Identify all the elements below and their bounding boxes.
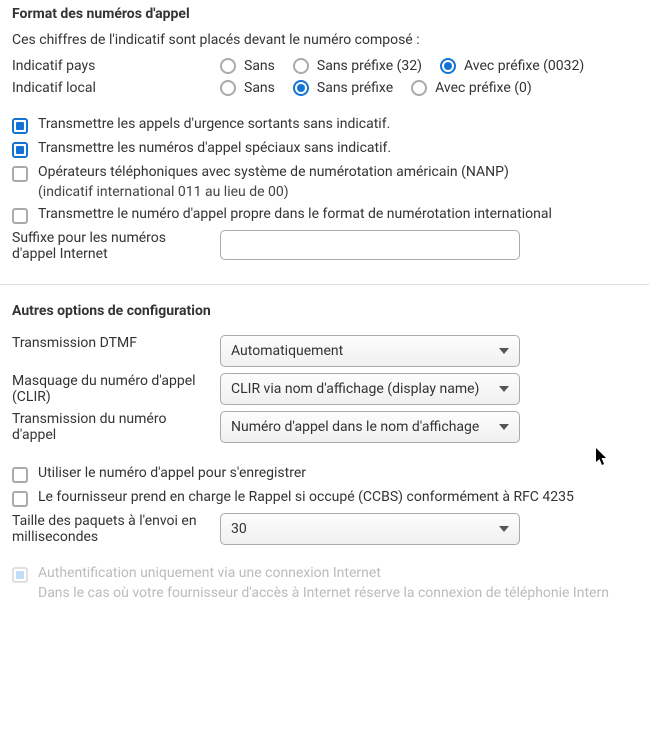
emergency-label: Transmettre les appels d'urgence sortant… bbox=[38, 116, 637, 132]
radio-icon bbox=[293, 80, 309, 96]
nanp-checkbox[interactable] bbox=[12, 166, 28, 182]
radio-icon bbox=[293, 58, 309, 74]
ccbs-label: Le fournisseur prend en charge le Rappel… bbox=[38, 489, 637, 505]
chevron-down-icon bbox=[499, 424, 509, 430]
nanp-sub-label: (indicatif international 011 au lieu de … bbox=[38, 184, 637, 200]
local-prefix-sans-prefixe[interactable]: Sans préfixe bbox=[293, 80, 393, 96]
section-heading-other: Autres options de configuration bbox=[12, 303, 637, 319]
intl-format-label: Transmettre le numéro d'appel propre dan… bbox=[38, 206, 637, 222]
chevron-down-icon bbox=[499, 348, 509, 354]
packet-size-label: Taille des paquets à l'envoi en millisec… bbox=[12, 513, 220, 545]
radio-label: Sans bbox=[244, 58, 275, 74]
packet-size-select[interactable]: 30 bbox=[220, 513, 520, 545]
radio-label: Avec préfixe (0) bbox=[435, 80, 532, 96]
select-value: Automatiquement bbox=[231, 343, 491, 359]
chevron-down-icon bbox=[499, 526, 509, 532]
section-heading-format: Format des numéros d'appel bbox=[12, 6, 637, 22]
local-prefix-group: Sans Sans préfixe Avec préfixe (0) bbox=[220, 80, 637, 96]
auth-internet-checkbox[interactable] bbox=[12, 567, 28, 583]
lead-text: Ces chiffres de l'indicatif sont placés … bbox=[12, 32, 637, 48]
clir-label: Masquage du numéro d'appel (CLIR) bbox=[12, 373, 220, 405]
select-value: CLIR via nom d'affichage (display name) bbox=[231, 381, 491, 397]
select-value: 30 bbox=[231, 521, 491, 537]
local-prefix-label: Indicatif local bbox=[12, 80, 220, 96]
special-numbers-checkbox[interactable] bbox=[12, 142, 28, 158]
country-prefix-avec-prefixe[interactable]: Avec préfixe (0032) bbox=[440, 58, 584, 74]
radio-label: Sans préfixe (32) bbox=[317, 58, 422, 74]
register-use-label: Utiliser le numéro d'appel pour s'enregi… bbox=[38, 465, 637, 481]
country-prefix-sans-prefixe[interactable]: Sans préfixe (32) bbox=[293, 58, 422, 74]
intl-format-checkbox[interactable] bbox=[12, 208, 28, 224]
special-numbers-label: Transmettre les numéros d'appel spéciaux… bbox=[38, 140, 637, 156]
suffix-input[interactable] bbox=[220, 230, 520, 260]
radio-label: Sans préfixe bbox=[317, 80, 393, 96]
emergency-checkbox[interactable] bbox=[12, 118, 28, 134]
callid-select[interactable]: Numéro d'appel dans le nom d'affichage bbox=[220, 411, 520, 443]
dtmf-label: Transmission DTMF bbox=[12, 335, 220, 351]
register-use-checkbox[interactable] bbox=[12, 467, 28, 483]
radio-icon bbox=[220, 80, 236, 96]
section-divider bbox=[0, 284, 649, 285]
local-prefix-sans[interactable]: Sans bbox=[220, 80, 275, 96]
country-prefix-label: Indicatif pays bbox=[12, 58, 220, 74]
country-prefix-sans[interactable]: Sans bbox=[220, 58, 275, 74]
radio-icon bbox=[411, 80, 427, 96]
nanp-label: Opérateurs téléphoniques avec système de… bbox=[38, 164, 637, 180]
ccbs-checkbox[interactable] bbox=[12, 491, 28, 507]
chevron-down-icon bbox=[499, 386, 509, 392]
clir-select[interactable]: CLIR via nom d'affichage (display name) bbox=[220, 373, 520, 405]
dtmf-select[interactable]: Automatiquement bbox=[220, 335, 520, 367]
auth-internet-sub: Dans le cas où votre fournisseur d'accès… bbox=[38, 585, 637, 601]
radio-label: Avec préfixe (0032) bbox=[464, 58, 584, 74]
auth-internet-label: Authentification uniquement via une conn… bbox=[38, 565, 637, 581]
country-prefix-group: Sans Sans préfixe (32) Avec préfixe (003… bbox=[220, 58, 637, 74]
radio-icon bbox=[440, 58, 456, 74]
select-value: Numéro d'appel dans le nom d'affichage bbox=[231, 419, 491, 435]
radio-icon bbox=[220, 58, 236, 74]
suffix-label: Suffixe pour les numéros d'appel Interne… bbox=[12, 230, 220, 262]
local-prefix-avec-prefixe[interactable]: Avec préfixe (0) bbox=[411, 80, 532, 96]
callid-label: Transmission du numéro d'appel bbox=[12, 411, 220, 443]
radio-label: Sans bbox=[244, 80, 275, 96]
